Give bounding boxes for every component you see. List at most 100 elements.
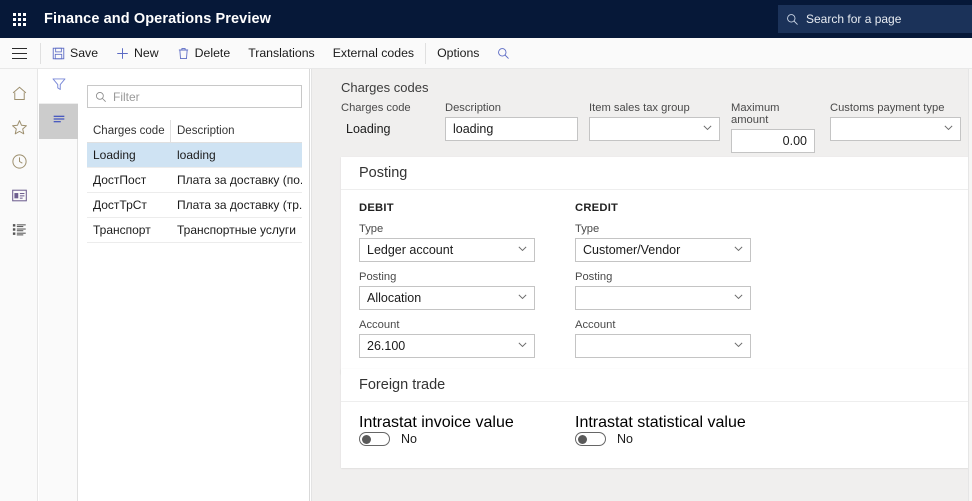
column-header-description[interactable]: Description (171, 120, 302, 143)
debit-type-select[interactable]: Ledger account (359, 238, 535, 262)
cell-charges-code: ДостТрСт (93, 198, 147, 212)
delete-button-label: Delete (194, 46, 231, 60)
header-fields-row: Charges code Loading Description loading… (341, 102, 972, 153)
intrastat-invoice-value-toggle[interactable] (359, 432, 390, 446)
credit-type-select[interactable]: Customer/Vendor (575, 238, 751, 262)
charges-code-value: Loading (346, 122, 391, 136)
hamburger-menu-icon[interactable] (0, 38, 38, 69)
field-debit-account: Account 26.100 (359, 319, 575, 358)
debit-account-select[interactable]: 26.100 (359, 334, 535, 358)
credit-type-value: Customer/Vendor (583, 243, 681, 257)
translations-button-label: Translations (248, 46, 315, 60)
credit-column: CREDIT Type Customer/Vendor Posting Acco… (575, 202, 791, 358)
workspace-icon (11, 187, 28, 209)
app-launcher-icon[interactable] (0, 0, 38, 38)
credit-account-select[interactable] (575, 334, 751, 358)
label-item-sales-tax-group: Item sales tax group (589, 102, 690, 114)
new-button[interactable]: New (107, 38, 168, 69)
intrastat-statistical-value-state: No (617, 432, 633, 446)
label-debit-type: Type (359, 223, 384, 235)
intrastat-statistical-value-column: Intrastat statistical value No (575, 414, 791, 446)
posting-fasttab: Posting DEBIT Type Ledger account Postin… (341, 157, 972, 374)
chevron-down-icon (516, 290, 529, 306)
translations-button[interactable]: Translations (239, 38, 324, 69)
label-description: Description (445, 102, 501, 114)
debit-column: DEBIT Type Ledger account Posting Alloca… (359, 202, 575, 358)
charges-codes-grid: Charges code Description Loading loading… (87, 119, 302, 243)
intrastat-statistical-value-toggle[interactable] (575, 432, 606, 446)
credit-posting-select[interactable] (575, 286, 751, 310)
right-edge-strip (968, 69, 972, 501)
lines-icon (51, 111, 67, 132)
sidebar-item-home[interactable] (0, 79, 38, 113)
main-content-area: Charges codes Charges code Loading Descr… (311, 69, 972, 501)
global-search-box[interactable]: Search for a page (778, 5, 972, 33)
maximum-amount-input[interactable]: 0.00 (731, 129, 815, 153)
sidebar-item-workspaces[interactable] (0, 181, 38, 215)
field-customs-payment-type: Customs payment type (830, 102, 961, 153)
trash-icon (177, 47, 190, 60)
external-codes-button-label: External codes (332, 46, 415, 60)
panel-tab-strip (39, 69, 78, 501)
filter-input[interactable]: Filter (87, 85, 302, 108)
debit-posting-select[interactable]: Allocation (359, 286, 535, 310)
field-credit-posting: Posting (575, 271, 791, 310)
description-input[interactable]: loading (445, 117, 578, 141)
debit-column-title: DEBIT (359, 202, 394, 214)
new-button-label: New (134, 46, 159, 60)
chevron-down-icon (516, 242, 529, 258)
table-row[interactable]: Транспорт Транспортные услуги (87, 218, 302, 243)
field-item-sales-tax-group: Item sales tax group (589, 102, 720, 153)
toolbar-search-button[interactable] (488, 38, 519, 69)
field-debit-posting: Posting Allocation (359, 271, 575, 310)
item-sales-tax-group-select[interactable] (589, 117, 720, 141)
field-maximum-amount: Maximum amount 0.00 (731, 102, 819, 153)
action-pane-toolbar: Save New Delete Translations External co… (0, 38, 972, 69)
label-credit-account: Account (575, 319, 616, 331)
toggle-knob-icon (362, 435, 371, 444)
top-navigation-bar: Finance and Operations Preview Search fo… (0, 0, 972, 38)
field-charges-code: Charges code Loading (341, 102, 434, 153)
table-row[interactable]: ДостПост Плата за доставку (по... (87, 168, 302, 193)
sidebar-item-recent[interactable] (0, 147, 38, 181)
external-codes-button[interactable]: External codes (324, 38, 423, 69)
debit-type-value: Ledger account (367, 243, 454, 257)
sidebar-item-favorites[interactable] (0, 113, 38, 147)
plus-icon (116, 47, 129, 60)
toggle-knob-icon (578, 435, 587, 444)
sidebar-item-modules[interactable] (0, 215, 38, 249)
grid-header-row: Charges code Description (87, 119, 302, 143)
foreign-trade-fasttab-header[interactable]: Foreign trade (341, 369, 972, 402)
label-debit-account: Account (359, 319, 400, 331)
cell-charges-code: Транспорт (93, 223, 151, 237)
left-navigation-rail (0, 69, 38, 501)
column-header-charges-code[interactable]: Charges code (87, 119, 171, 143)
chevron-down-icon (516, 338, 529, 354)
intrastat-invoice-value-state: No (401, 432, 417, 446)
debit-account-value: 26.100 (367, 339, 406, 353)
intrastat-invoice-value-column: Intrastat invoice value No (359, 414, 575, 446)
records-list-panel: Filter Charges code Description Loading … (79, 69, 310, 501)
label-intrastat-invoice-value: Intrastat invoice value (359, 414, 514, 431)
cell-description: loading (177, 148, 216, 162)
options-button[interactable]: Options (428, 38, 488, 69)
label-intrastat-statistical-value: Intrastat statistical value (575, 414, 746, 431)
search-icon (95, 91, 107, 103)
home-icon (11, 85, 28, 107)
field-credit-type: Type Customer/Vendor (575, 223, 791, 262)
save-floppy-icon (52, 47, 65, 60)
chevron-down-icon (732, 242, 745, 258)
posting-fasttab-header[interactable]: Posting (341, 157, 972, 190)
tab-list[interactable] (39, 104, 78, 139)
funnel-icon (51, 76, 67, 97)
tab-filter[interactable] (39, 69, 78, 104)
delete-button[interactable]: Delete (168, 38, 240, 69)
label-credit-type: Type (575, 223, 600, 235)
page-title: Charges codes (341, 80, 429, 95)
customs-payment-type-select[interactable] (830, 117, 961, 141)
table-row[interactable]: Loading loading (87, 143, 302, 168)
label-maximum-amount: Maximum amount (731, 102, 780, 126)
options-button-label: Options (437, 46, 480, 60)
save-button[interactable]: Save (43, 38, 107, 69)
table-row[interactable]: ДостТрСт Плата за доставку (тр... (87, 193, 302, 218)
